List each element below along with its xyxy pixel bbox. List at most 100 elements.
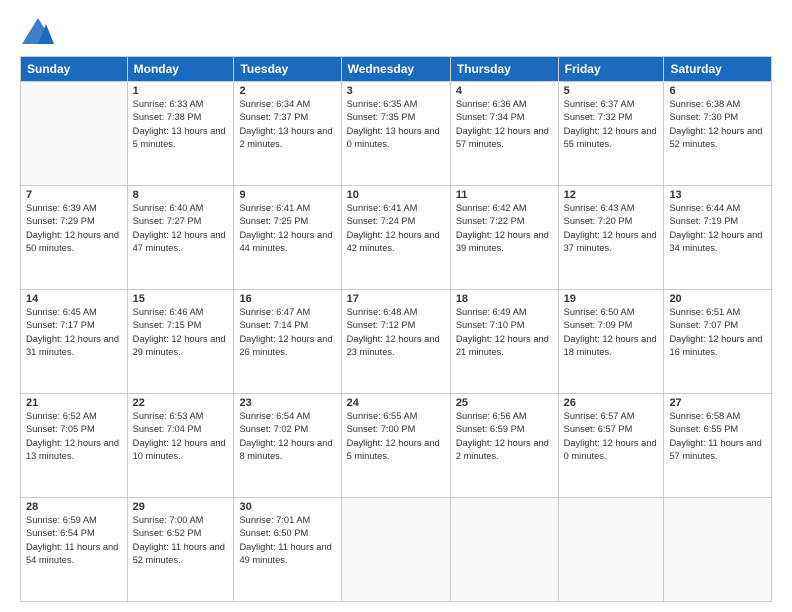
calendar-week-row: 21Sunrise: 6:52 AMSunset: 7:05 PMDayligh… — [21, 394, 772, 498]
day-number: 2 — [239, 85, 335, 97]
calendar-cell: 12Sunrise: 6:43 AMSunset: 7:20 PMDayligh… — [558, 186, 664, 290]
day-detail: Sunrise: 6:54 AMSunset: 7:02 PMDaylight:… — [239, 410, 335, 464]
calendar-cell — [558, 498, 664, 602]
calendar-cell: 23Sunrise: 6:54 AMSunset: 7:02 PMDayligh… — [234, 394, 341, 498]
day-detail: Sunrise: 6:49 AMSunset: 7:10 PMDaylight:… — [456, 306, 553, 360]
calendar-cell: 20Sunrise: 6:51 AMSunset: 7:07 PMDayligh… — [664, 290, 772, 394]
calendar-cell: 3Sunrise: 6:35 AMSunset: 7:35 PMDaylight… — [341, 82, 450, 186]
calendar-cell: 27Sunrise: 6:58 AMSunset: 6:55 PMDayligh… — [664, 394, 772, 498]
day-of-week-header: Monday — [127, 57, 234, 82]
day-detail: Sunrise: 6:57 AMSunset: 6:57 PMDaylight:… — [564, 410, 659, 464]
calendar-cell: 22Sunrise: 6:53 AMSunset: 7:04 PMDayligh… — [127, 394, 234, 498]
calendar-cell: 9Sunrise: 6:41 AMSunset: 7:25 PMDaylight… — [234, 186, 341, 290]
day-detail: Sunrise: 6:51 AMSunset: 7:07 PMDaylight:… — [669, 306, 766, 360]
day-number: 19 — [564, 293, 659, 305]
calendar-week-row: 14Sunrise: 6:45 AMSunset: 7:17 PMDayligh… — [21, 290, 772, 394]
day-number: 26 — [564, 397, 659, 409]
calendar-cell: 15Sunrise: 6:46 AMSunset: 7:15 PMDayligh… — [127, 290, 234, 394]
calendar-cell: 7Sunrise: 6:39 AMSunset: 7:29 PMDaylight… — [21, 186, 128, 290]
logo — [20, 16, 60, 48]
calendar-cell: 11Sunrise: 6:42 AMSunset: 7:22 PMDayligh… — [450, 186, 558, 290]
calendar-cell: 2Sunrise: 6:34 AMSunset: 7:37 PMDaylight… — [234, 82, 341, 186]
day-detail: Sunrise: 6:58 AMSunset: 6:55 PMDaylight:… — [669, 410, 766, 464]
day-detail: Sunrise: 6:34 AMSunset: 7:37 PMDaylight:… — [239, 98, 335, 152]
day-detail: Sunrise: 6:41 AMSunset: 7:25 PMDaylight:… — [239, 202, 335, 256]
calendar-week-row: 7Sunrise: 6:39 AMSunset: 7:29 PMDaylight… — [21, 186, 772, 290]
calendar: SundayMondayTuesdayWednesdayThursdayFrid… — [20, 56, 772, 602]
day-number: 20 — [669, 293, 766, 305]
day-number: 29 — [133, 501, 229, 513]
calendar-cell: 10Sunrise: 6:41 AMSunset: 7:24 PMDayligh… — [341, 186, 450, 290]
day-detail: Sunrise: 6:52 AMSunset: 7:05 PMDaylight:… — [26, 410, 122, 464]
day-detail: Sunrise: 6:38 AMSunset: 7:30 PMDaylight:… — [669, 98, 766, 152]
day-number: 7 — [26, 189, 122, 201]
day-number: 13 — [669, 189, 766, 201]
day-number: 16 — [239, 293, 335, 305]
day-of-week-header: Thursday — [450, 57, 558, 82]
day-number: 5 — [564, 85, 659, 97]
day-detail: Sunrise: 6:43 AMSunset: 7:20 PMDaylight:… — [564, 202, 659, 256]
day-number: 25 — [456, 397, 553, 409]
day-detail: Sunrise: 6:45 AMSunset: 7:17 PMDaylight:… — [26, 306, 122, 360]
day-number: 21 — [26, 397, 122, 409]
logo-icon — [20, 16, 56, 48]
page: SundayMondayTuesdayWednesdayThursdayFrid… — [0, 0, 792, 612]
calendar-cell: 1Sunrise: 6:33 AMSunset: 7:38 PMDaylight… — [127, 82, 234, 186]
calendar-cell: 26Sunrise: 6:57 AMSunset: 6:57 PMDayligh… — [558, 394, 664, 498]
calendar-cell: 29Sunrise: 7:00 AMSunset: 6:52 PMDayligh… — [127, 498, 234, 602]
day-detail: Sunrise: 7:00 AMSunset: 6:52 PMDaylight:… — [133, 514, 229, 568]
day-of-week-header: Saturday — [664, 57, 772, 82]
day-number: 17 — [347, 293, 445, 305]
calendar-cell — [341, 498, 450, 602]
day-number: 6 — [669, 85, 766, 97]
calendar-cell — [450, 498, 558, 602]
calendar-cell: 13Sunrise: 6:44 AMSunset: 7:19 PMDayligh… — [664, 186, 772, 290]
day-detail: Sunrise: 6:42 AMSunset: 7:22 PMDaylight:… — [456, 202, 553, 256]
day-number: 22 — [133, 397, 229, 409]
calendar-cell: 14Sunrise: 6:45 AMSunset: 7:17 PMDayligh… — [21, 290, 128, 394]
day-number: 4 — [456, 85, 553, 97]
calendar-cell: 25Sunrise: 6:56 AMSunset: 6:59 PMDayligh… — [450, 394, 558, 498]
day-number: 15 — [133, 293, 229, 305]
calendar-cell: 28Sunrise: 6:59 AMSunset: 6:54 PMDayligh… — [21, 498, 128, 602]
day-number: 18 — [456, 293, 553, 305]
day-number: 28 — [26, 501, 122, 513]
day-detail: Sunrise: 6:46 AMSunset: 7:15 PMDaylight:… — [133, 306, 229, 360]
day-detail: Sunrise: 7:01 AMSunset: 6:50 PMDaylight:… — [239, 514, 335, 568]
calendar-cell: 18Sunrise: 6:49 AMSunset: 7:10 PMDayligh… — [450, 290, 558, 394]
day-number: 9 — [239, 189, 335, 201]
calendar-cell: 17Sunrise: 6:48 AMSunset: 7:12 PMDayligh… — [341, 290, 450, 394]
calendar-cell: 8Sunrise: 6:40 AMSunset: 7:27 PMDaylight… — [127, 186, 234, 290]
calendar-cell: 24Sunrise: 6:55 AMSunset: 7:00 PMDayligh… — [341, 394, 450, 498]
calendar-week-row: 28Sunrise: 6:59 AMSunset: 6:54 PMDayligh… — [21, 498, 772, 602]
calendar-cell: 21Sunrise: 6:52 AMSunset: 7:05 PMDayligh… — [21, 394, 128, 498]
calendar-cell: 19Sunrise: 6:50 AMSunset: 7:09 PMDayligh… — [558, 290, 664, 394]
day-detail: Sunrise: 6:37 AMSunset: 7:32 PMDaylight:… — [564, 98, 659, 152]
day-number: 14 — [26, 293, 122, 305]
day-detail: Sunrise: 6:41 AMSunset: 7:24 PMDaylight:… — [347, 202, 445, 256]
day-number: 10 — [347, 189, 445, 201]
calendar-week-row: 1Sunrise: 6:33 AMSunset: 7:38 PMDaylight… — [21, 82, 772, 186]
header — [20, 16, 772, 48]
day-detail: Sunrise: 6:50 AMSunset: 7:09 PMDaylight:… — [564, 306, 659, 360]
day-number: 23 — [239, 397, 335, 409]
day-detail: Sunrise: 6:56 AMSunset: 6:59 PMDaylight:… — [456, 410, 553, 464]
day-number: 8 — [133, 189, 229, 201]
day-number: 27 — [669, 397, 766, 409]
day-detail: Sunrise: 6:53 AMSunset: 7:04 PMDaylight:… — [133, 410, 229, 464]
day-detail: Sunrise: 6:35 AMSunset: 7:35 PMDaylight:… — [347, 98, 445, 152]
day-detail: Sunrise: 6:55 AMSunset: 7:00 PMDaylight:… — [347, 410, 445, 464]
calendar-cell: 5Sunrise: 6:37 AMSunset: 7:32 PMDaylight… — [558, 82, 664, 186]
day-number: 30 — [239, 501, 335, 513]
calendar-header-row: SundayMondayTuesdayWednesdayThursdayFrid… — [21, 57, 772, 82]
calendar-cell — [21, 82, 128, 186]
day-number: 24 — [347, 397, 445, 409]
day-detail: Sunrise: 6:59 AMSunset: 6:54 PMDaylight:… — [26, 514, 122, 568]
calendar-cell — [664, 498, 772, 602]
day-detail: Sunrise: 6:39 AMSunset: 7:29 PMDaylight:… — [26, 202, 122, 256]
day-of-week-header: Friday — [558, 57, 664, 82]
calendar-cell: 6Sunrise: 6:38 AMSunset: 7:30 PMDaylight… — [664, 82, 772, 186]
day-detail: Sunrise: 6:33 AMSunset: 7:38 PMDaylight:… — [133, 98, 229, 152]
day-number: 11 — [456, 189, 553, 201]
calendar-cell: 30Sunrise: 7:01 AMSunset: 6:50 PMDayligh… — [234, 498, 341, 602]
